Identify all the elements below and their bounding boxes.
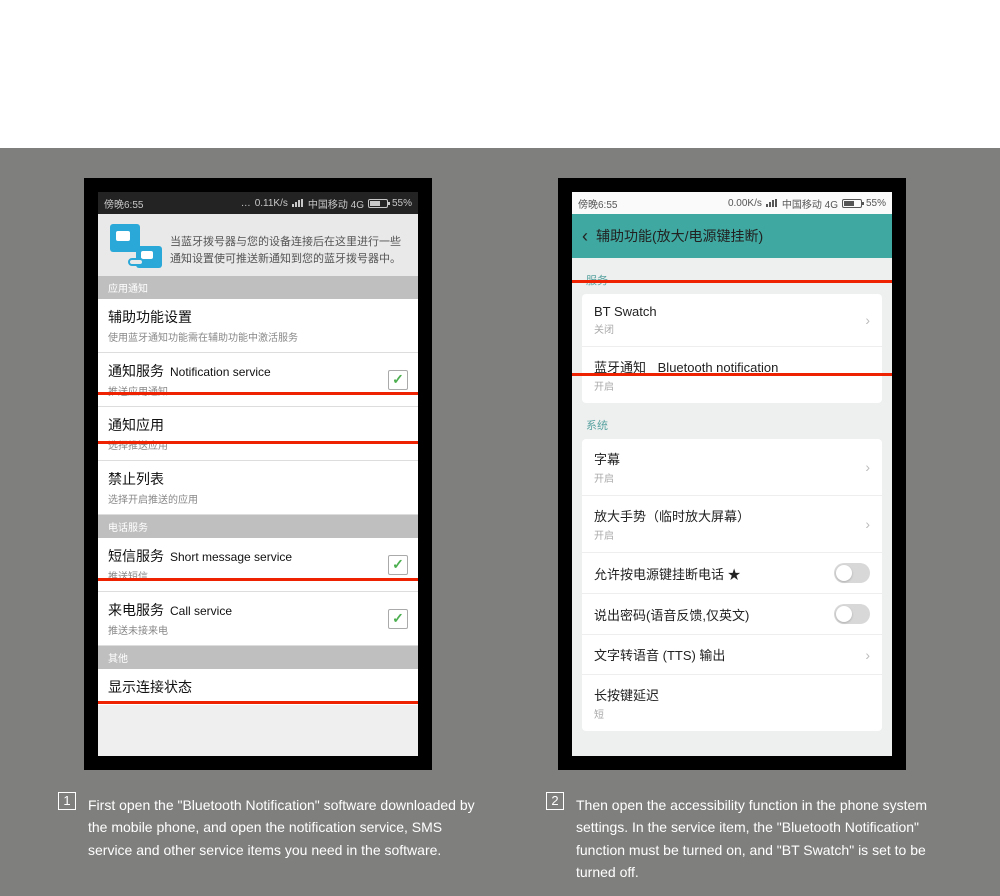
- section-other: 其他: [98, 646, 418, 669]
- bt-swatch-sub: 关闭: [594, 321, 657, 336]
- chevron-right-icon: ›: [865, 516, 870, 532]
- status-speed: 0.11K/s: [255, 198, 288, 209]
- page: 傍晚6:55 … 0.11K/s 中国移动 4G 55% 当蓝牙拨号器与您的设备: [0, 0, 1000, 896]
- label-service: 服务: [572, 258, 892, 294]
- signal-icon: [292, 199, 304, 207]
- section-app-notif: 应用通知: [98, 276, 418, 299]
- row-call-en: Call service: [170, 604, 232, 618]
- back-icon[interactable]: ‹: [582, 226, 588, 247]
- screen-1: 傍晚6:55 … 0.11K/s 中国移动 4G 55% 当蓝牙拨号器与您的设备: [98, 192, 418, 756]
- caption-1-text: First open the "Bluetooth Notification" …: [88, 794, 478, 861]
- card-system: 字幕 开启 › 放大手势（临时放大屏幕） 开启 › 允许按电源键挂断电话 ★: [582, 439, 882, 731]
- toggle-speak-pwd[interactable]: [834, 604, 870, 624]
- chevron-right-icon: ›: [865, 312, 870, 328]
- row-bt-swatch[interactable]: BT Swatch 关闭 ›: [582, 294, 882, 347]
- row-notifapp-title: 通知应用: [108, 415, 164, 435]
- row-block-title: 禁止列表: [108, 469, 164, 489]
- status-right: … 0.11K/s 中国移动 4G 55%: [241, 196, 412, 211]
- toggle-power-endcall[interactable]: [834, 563, 870, 583]
- row-call-service[interactable]: 来电服务 Call service 推送未接来电: [98, 592, 418, 646]
- gray-panel: 傍晚6:55 … 0.11K/s 中国移动 4G 55% 当蓝牙拨号器与您的设备: [0, 148, 1000, 896]
- row-notif-sub: 推送应用通知: [108, 383, 271, 398]
- top-white-band: [0, 0, 1000, 148]
- phone-frame-2: 傍晚6:55 0.00K/s 中国移动 4G 55% ‹ 辅助功能(放大/电源键…: [558, 178, 906, 770]
- battery-icon-2: [842, 199, 862, 208]
- row-notification-app[interactable]: 通知应用 选择推送应用: [98, 407, 418, 461]
- caption-2-text: Then open the accessibility function in …: [576, 794, 966, 884]
- power-endcall-title: 允许按电源键挂断电话 ★: [594, 564, 741, 583]
- row-accessibility[interactable]: 辅助功能设置 使用蓝牙通知功能需在辅助功能中激活服务: [98, 299, 418, 353]
- status-right-2: 0.00K/s 中国移动 4G 55%: [728, 196, 886, 211]
- caption-2: 2 Then open the accessibility function i…: [546, 794, 966, 884]
- signal-icon-2: [766, 199, 778, 207]
- status-battery-2: 55%: [866, 198, 886, 209]
- screen-2: 傍晚6:55 0.00K/s 中国移动 4G 55% ‹ 辅助功能(放大/电源键…: [572, 192, 892, 756]
- checkbox-call[interactable]: [388, 609, 408, 629]
- header-intro: 当蓝牙拨号器与您的设备连接后在这里进行一些通知设置使可推送新通知到您的蓝牙拨号器…: [170, 224, 408, 267]
- status-carrier-2: 中国移动 4G: [782, 196, 838, 211]
- statusbar-2: 傍晚6:55 0.00K/s 中国移动 4G 55%: [572, 192, 892, 214]
- speak-pwd-title: 说出密码(语音反馈,仅英文): [594, 605, 749, 624]
- phone-frame-1: 傍晚6:55 … 0.11K/s 中国移动 4G 55% 当蓝牙拨号器与您的设备: [84, 178, 432, 770]
- tts-title: 文字转语音 (TTS) 输出: [594, 645, 725, 664]
- longpress-sub: 短: [594, 706, 659, 721]
- checkbox-notif[interactable]: [388, 370, 408, 390]
- row-accessibility-title: 辅助功能设置: [108, 307, 192, 327]
- status-speed-2: 0.00K/s: [728, 198, 762, 209]
- row-subtitles[interactable]: 字幕 开启 ›: [582, 439, 882, 496]
- status-dots: …: [241, 198, 251, 209]
- battery-icon: [368, 199, 388, 208]
- status-battery: 55%: [392, 198, 412, 209]
- magnify-title: 放大手势（临时放大屏幕）: [594, 506, 750, 525]
- step-number-2: 2: [546, 792, 564, 810]
- status-carrier: 中国移动 4G: [308, 196, 364, 211]
- row-sms-service[interactable]: 短信服务 Short message service 推送短信: [98, 538, 418, 592]
- row-sms-en: Short message service: [170, 550, 292, 564]
- row-block-sub: 选择开启推送的应用: [108, 491, 198, 506]
- btn-title: 蓝牙通知: [594, 360, 646, 375]
- row-notif-en: Notification service: [170, 365, 271, 379]
- checkbox-sms[interactable]: [388, 555, 408, 575]
- section-phone-service: 电话服务: [98, 515, 418, 538]
- accessibility-header: ‹ 辅助功能(放大/电源键挂断): [572, 214, 892, 258]
- label-system: 系统: [572, 403, 892, 439]
- row-accessibility-sub: 使用蓝牙通知功能需在辅助功能中激活服务: [108, 329, 298, 344]
- longpress-title: 长按键延迟: [594, 685, 659, 704]
- statusbar-1: 傍晚6:55 … 0.11K/s 中国移动 4G 55%: [98, 192, 418, 214]
- bt-swatch-title: BT Swatch: [594, 304, 657, 319]
- row-longpress[interactable]: 长按键延迟 短: [582, 675, 882, 731]
- row-notif-title: 通知服务: [108, 361, 164, 381]
- row-magnify[interactable]: 放大手势（临时放大屏幕） 开启 ›: [582, 496, 882, 553]
- chevron-right-icon: ›: [865, 647, 870, 663]
- bt-pair-icon: [108, 224, 162, 268]
- row-power-endcall[interactable]: 允许按电源键挂断电话 ★: [582, 553, 882, 594]
- status-time: 傍晚6:55: [104, 196, 143, 211]
- row-sms-title: 短信服务: [108, 546, 164, 566]
- subtitles-sub: 开启: [594, 470, 620, 485]
- row-notification-service[interactable]: 通知服务 Notification service 推送应用通知: [98, 353, 418, 407]
- caption-1: 1 First open the "Bluetooth Notification…: [58, 794, 478, 861]
- card-service: BT Swatch 关闭 › 蓝牙通知 Bluetooth notificati…: [582, 294, 882, 403]
- btn-translation: Bluetooth notification: [658, 360, 779, 375]
- row-bluetooth-notif[interactable]: 蓝牙通知 Bluetooth notification 开启: [582, 347, 882, 403]
- row-block-list[interactable]: 禁止列表 选择开启推送的应用: [98, 461, 418, 515]
- row-speak-pwd[interactable]: 说出密码(语音反馈,仅英文): [582, 594, 882, 635]
- app-header: 当蓝牙拨号器与您的设备连接后在这里进行一些通知设置使可推送新通知到您的蓝牙拨号器…: [98, 214, 418, 276]
- row-call-title: 来电服务: [108, 600, 164, 620]
- subtitles-title: 字幕: [594, 449, 620, 468]
- row-sms-sub: 推送短信: [108, 568, 292, 583]
- row-call-sub: 推送未接来电: [108, 622, 232, 637]
- magnify-sub: 开启: [594, 527, 750, 542]
- row-notifapp-sub: 选择推送应用: [108, 437, 168, 452]
- chevron-right-icon: ›: [865, 459, 870, 475]
- accessibility-title: 辅助功能(放大/电源键挂断): [596, 226, 763, 246]
- row-tts[interactable]: 文字转语音 (TTS) 输出 ›: [582, 635, 882, 675]
- step-number-1: 1: [58, 792, 76, 810]
- btn-sub: 开启: [594, 378, 778, 393]
- row-connection-status[interactable]: 显示连接状态: [98, 669, 418, 705]
- status-time-2: 傍晚6:55: [578, 196, 617, 211]
